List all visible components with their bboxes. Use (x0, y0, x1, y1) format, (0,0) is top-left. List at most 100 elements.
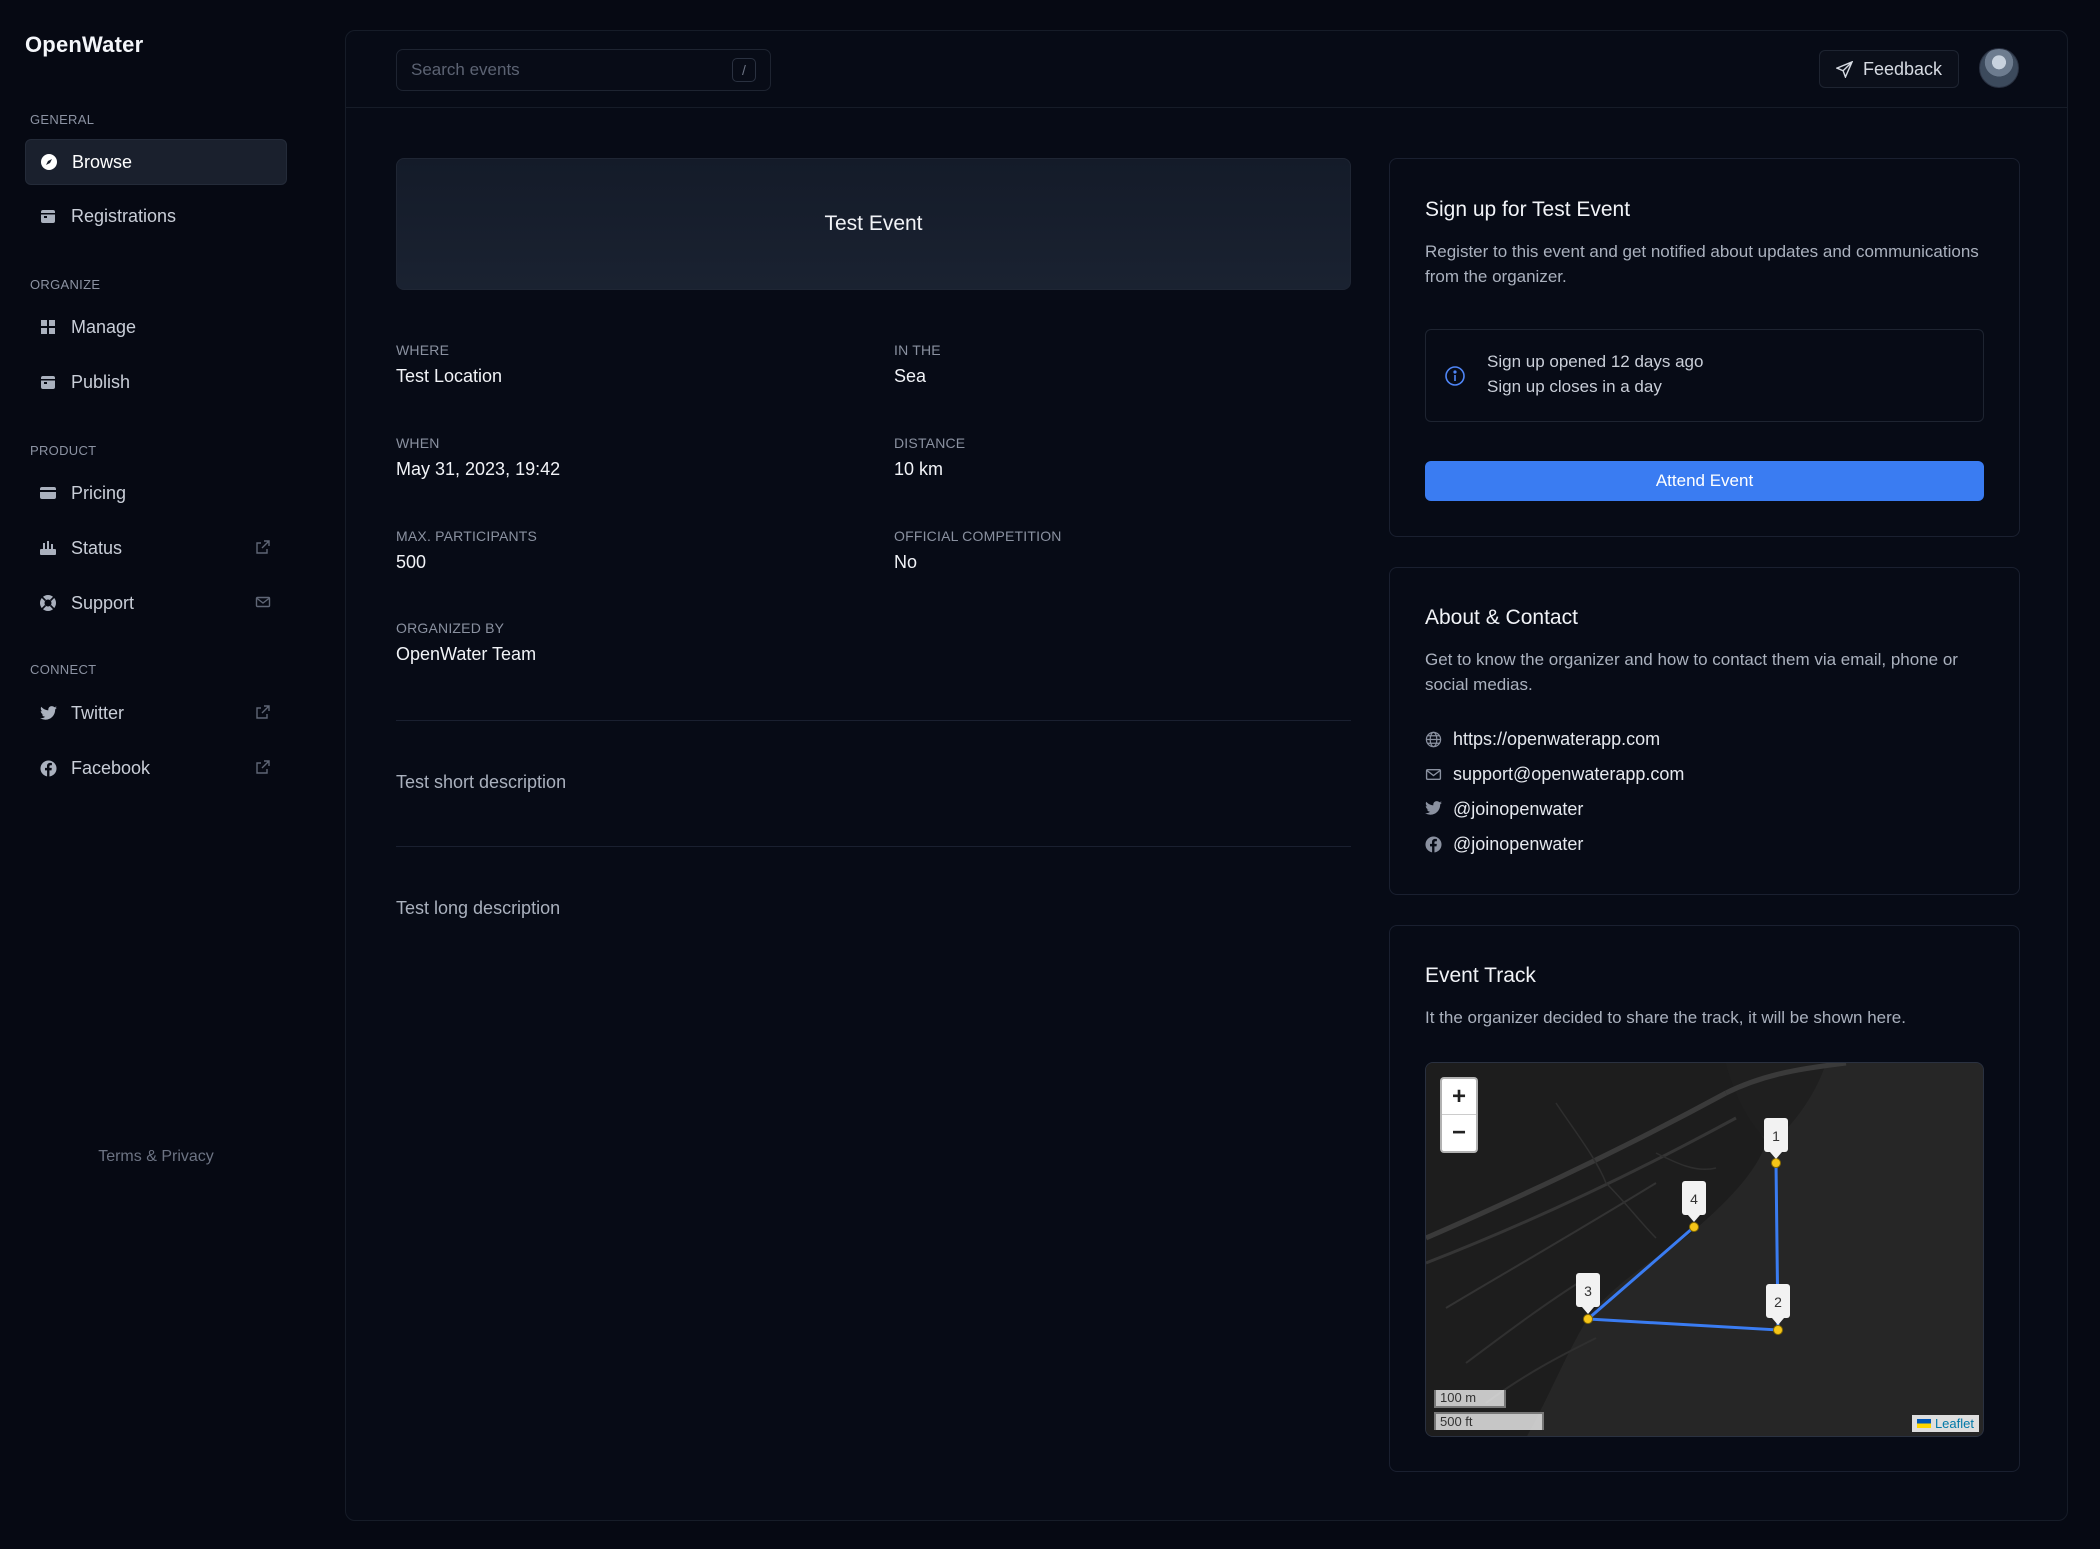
sidebar-item-facebook[interactable]: Facebook (25, 745, 287, 791)
signup-subtitle: Register to this event and get notified … (1425, 242, 1979, 286)
facebook-icon (39, 759, 57, 777)
app-logo[interactable]: OpenWater (25, 32, 143, 58)
contact-website-text: https://openwaterapp.com (1453, 729, 1661, 749)
about-subtitle: Get to know the organizer and how to con… (1425, 650, 1958, 694)
calendar-icon (39, 373, 57, 391)
divider (396, 846, 1351, 847)
svg-text:2: 2 (1774, 1294, 1782, 1310)
svg-text:3: 3 (1584, 1283, 1592, 1299)
sidebar-item-support[interactable]: Support (25, 580, 287, 626)
calendar-icon (39, 207, 57, 225)
external-link-icon (255, 759, 273, 777)
svg-text:4: 4 (1690, 1191, 1698, 1207)
track-map[interactable]: 1 2 3 4 + − 100 m 500 ft Leaflet (1425, 1062, 1984, 1437)
contact-twitter[interactable]: @joinopenwater (1425, 799, 1583, 820)
event-title-banner: Test Event (396, 158, 1351, 290)
credit-card-icon (39, 484, 57, 502)
about-contact-card: About & Contact Get to know the organize… (1389, 567, 2020, 895)
contact-email[interactable]: support@openwaterapp.com (1425, 764, 1684, 785)
sidebar-item-label: Status (71, 537, 123, 558)
mail-icon (1425, 766, 1443, 784)
feedback-button[interactable]: Feedback (1819, 50, 1959, 88)
ukraine-flag-icon (1916, 1419, 1931, 1428)
map-scale-imperial: 500 ft (1434, 1412, 1544, 1430)
field-value: 500 (396, 552, 427, 572)
section-label-connect: CONNECT (30, 662, 97, 677)
sidebar-item-label: Facebook (71, 757, 151, 778)
sidebar-item-pricing[interactable]: Pricing (25, 470, 287, 516)
field-value: May 31, 2023, 19:42 (396, 459, 561, 479)
field-value: No (894, 552, 918, 572)
signup-title: Sign up for Test Event (1425, 198, 1631, 221)
feedback-label: Feedback (1862, 58, 1943, 79)
info-icon (1444, 365, 1466, 387)
section-label-general: GENERAL (30, 112, 95, 127)
avatar[interactable] (1979, 48, 2019, 88)
field-distance: DISTANCE 10 km (894, 435, 965, 480)
signup-info-box: Sign up opened 12 days ago Sign up close… (1425, 329, 1984, 422)
field-label: WHERE (396, 342, 450, 358)
track-title: Event Track (1425, 964, 1536, 987)
search-input[interactable] (411, 60, 732, 80)
top-bar: / Feedback (346, 31, 2067, 108)
sidebar: OpenWater GENERAL Browse Registrations O… (0, 0, 345, 1549)
sidebar-item-publish[interactable]: Publish (25, 359, 287, 405)
field-when: WHEN May 31, 2023, 19:42 (396, 435, 560, 480)
contact-website[interactable]: https://openwaterapp.com (1425, 729, 1660, 750)
field-value: 10 km (894, 459, 944, 479)
external-link-icon (255, 539, 273, 557)
mail-icon (255, 594, 273, 612)
field-official-competition: OFFICIAL COMPETITION No (894, 528, 1062, 573)
attribution-link[interactable]: Leaflet (1935, 1416, 1974, 1431)
event-title: Test Event (824, 212, 923, 235)
sidebar-item-label: Pricing (71, 482, 127, 503)
twitter-icon (1425, 800, 1443, 819)
sidebar-item-status[interactable]: Status (25, 525, 287, 571)
event-track-card: Event Track It the organizer decided to … (1389, 925, 2020, 1472)
field-label: WHEN (396, 435, 440, 451)
contact-facebook[interactable]: @joinopenwater (1425, 834, 1583, 855)
map-attribution[interactable]: Leaflet (1911, 1415, 1979, 1432)
send-icon (1835, 60, 1853, 78)
contact-email-text: support@openwaterapp.com (1453, 764, 1685, 784)
field-value: Sea (894, 366, 927, 386)
field-where: WHERE Test Location (396, 342, 502, 387)
sidebar-item-label: Registrations (71, 205, 177, 226)
globe-icon (1425, 731, 1443, 749)
map-tiles: 1 2 3 4 (1426, 1063, 1983, 1436)
sidebar-item-label: Twitter (71, 702, 125, 723)
field-max-participants: MAX. PARTICIPANTS 500 (396, 528, 537, 573)
sidebar-item-label: Manage (71, 316, 137, 337)
signup-closes-text: Sign up closes in a day (1487, 377, 1662, 396)
signup-opened-text: Sign up opened 12 days ago (1487, 352, 1704, 371)
twitter-icon (39, 704, 57, 722)
search-box[interactable]: / (396, 49, 771, 91)
contact-facebook-text: @joinopenwater (1453, 834, 1584, 854)
svg-text:1: 1 (1772, 1128, 1780, 1144)
terms-privacy-link[interactable]: Terms & Privacy (0, 1148, 312, 1166)
keyboard-shortcut-hint: / (732, 58, 756, 82)
sidebar-item-twitter[interactable]: Twitter (25, 690, 287, 736)
field-value: Test Location (396, 366, 503, 386)
field-label: DISTANCE (894, 435, 966, 451)
about-title: About & Contact (1425, 606, 1578, 629)
sidebar-item-registrations[interactable]: Registrations (25, 193, 287, 239)
map-scale-metric: 100 m (1434, 1390, 1506, 1408)
zoom-in-button[interactable]: + (1442, 1079, 1476, 1115)
short-description: Test short description (396, 772, 567, 792)
sidebar-item-manage[interactable]: Manage (25, 304, 287, 350)
sidebar-item-label: Browse (72, 151, 133, 172)
grid-icon (39, 318, 57, 336)
zoom-out-button[interactable]: − (1442, 1115, 1476, 1151)
field-label: OFFICIAL COMPETITION (894, 528, 1062, 544)
facebook-icon (1425, 835, 1443, 854)
sidebar-item-browse[interactable]: Browse (25, 139, 287, 185)
field-label: ORGANIZED BY (396, 620, 505, 636)
status-icon (39, 539, 57, 557)
map-zoom-control: + − (1440, 1077, 1478, 1153)
external-link-icon (255, 704, 273, 722)
attend-event-button[interactable]: Attend Event (1425, 461, 1984, 501)
compass-icon (40, 153, 58, 171)
signup-card: Sign up for Test Event Register to this … (1389, 158, 2020, 537)
sidebar-item-label: Support (71, 592, 135, 613)
